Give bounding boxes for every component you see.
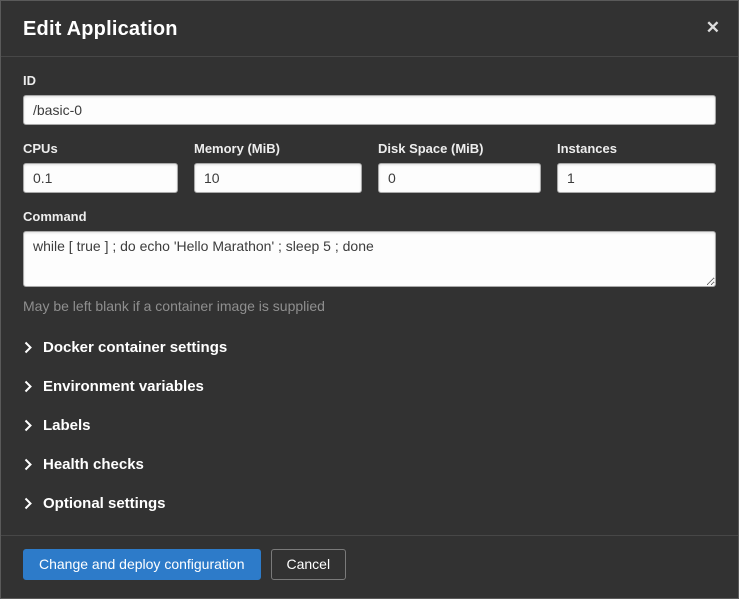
change-and-deploy-button[interactable]: Change and deploy configuration [23,549,261,580]
memory-input[interactable] [194,163,362,193]
cpus-field-label: CPUs [23,141,178,156]
command-field-group: Command while [ true ] ; do echo 'Hello … [23,209,716,314]
section-label: Environment variables [43,378,204,395]
command-help-text: May be left blank if a container image i… [23,298,716,314]
disk-input[interactable] [378,163,541,193]
section-label: Optional settings [43,495,166,512]
cancel-button[interactable]: Cancel [271,549,347,580]
memory-field-label: Memory (MiB) [194,141,362,156]
command-field-label: Command [23,209,716,224]
modal-header: Edit Application ✕ [1,1,738,57]
chevron-right-icon [24,458,32,471]
id-input[interactable] [23,95,716,125]
section-label: Labels [43,417,91,434]
disk-field-label: Disk Space (MiB) [378,141,541,156]
section-environment-variables[interactable]: Environment variables [23,367,716,406]
modal-footer: Change and deploy configuration Cancel [1,535,738,598]
command-textarea[interactable]: while [ true ] ; do echo 'Hello Marathon… [23,231,716,287]
cpus-input[interactable] [23,163,178,193]
chevron-right-icon [24,341,32,354]
instances-field-group: Instances [557,141,716,193]
resources-field-row: CPUs Memory (MiB) Disk Space (MiB) Insta… [23,141,716,193]
cpus-field-group: CPUs [23,141,178,193]
modal-title: Edit Application [23,18,716,41]
chevron-right-icon [24,497,32,510]
section-optional-settings[interactable]: Optional settings [23,484,716,523]
section-label: Docker container settings [43,339,227,356]
instances-input[interactable] [557,163,716,193]
modal-body: ID CPUs Memory (MiB) Disk Space (MiB) In… [1,57,738,535]
id-field-group: ID [23,73,716,125]
id-field-label: ID [23,73,716,88]
section-docker-container-settings[interactable]: Docker container settings [23,328,716,367]
close-icon[interactable]: ✕ [702,15,724,40]
memory-field-group: Memory (MiB) [194,141,362,193]
accordion-sections: Docker container settings Environment va… [23,328,716,523]
disk-field-group: Disk Space (MiB) [378,141,541,193]
chevron-right-icon [24,380,32,393]
section-health-checks[interactable]: Health checks [23,445,716,484]
edit-application-modal: Edit Application ✕ ID CPUs Memory (MiB) … [0,0,739,599]
section-label: Health checks [43,456,144,473]
chevron-right-icon [24,419,32,432]
section-labels[interactable]: Labels [23,406,716,445]
instances-field-label: Instances [557,141,716,156]
